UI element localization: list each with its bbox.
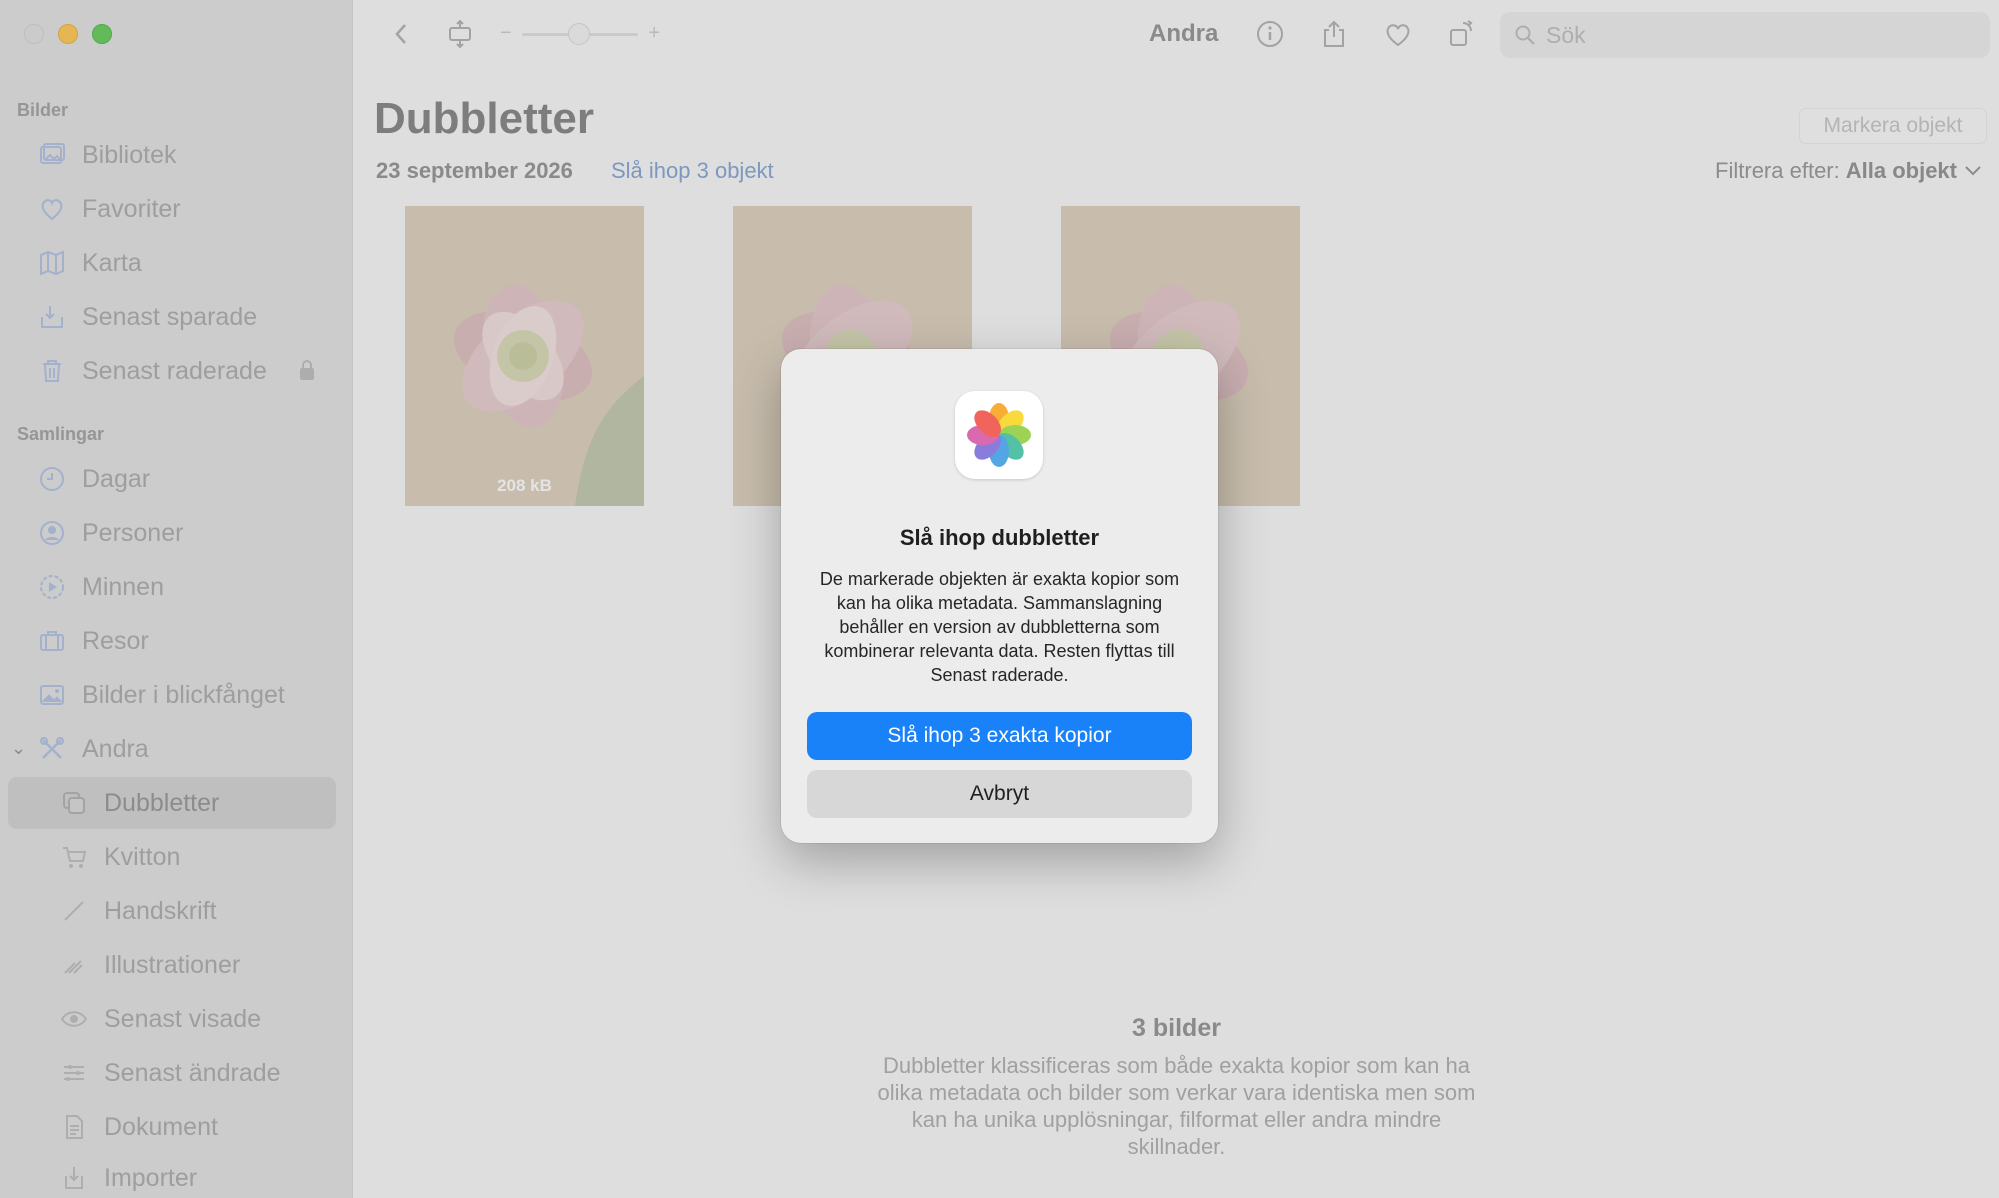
cancel-button[interactable]: Avbryt xyxy=(807,770,1192,818)
dialog-message: De markerade objekten är exakta kopior s… xyxy=(819,569,1180,685)
photos-app-icon xyxy=(955,391,1043,479)
dialog-title: Slå ihop dubbletter xyxy=(899,525,1100,550)
merge-duplicates-dialog: Slå ihop dubbletter De markerade objekte… xyxy=(781,349,1218,843)
merge-copies-button[interactable]: Slå ihop 3 exakta kopior xyxy=(807,712,1192,760)
